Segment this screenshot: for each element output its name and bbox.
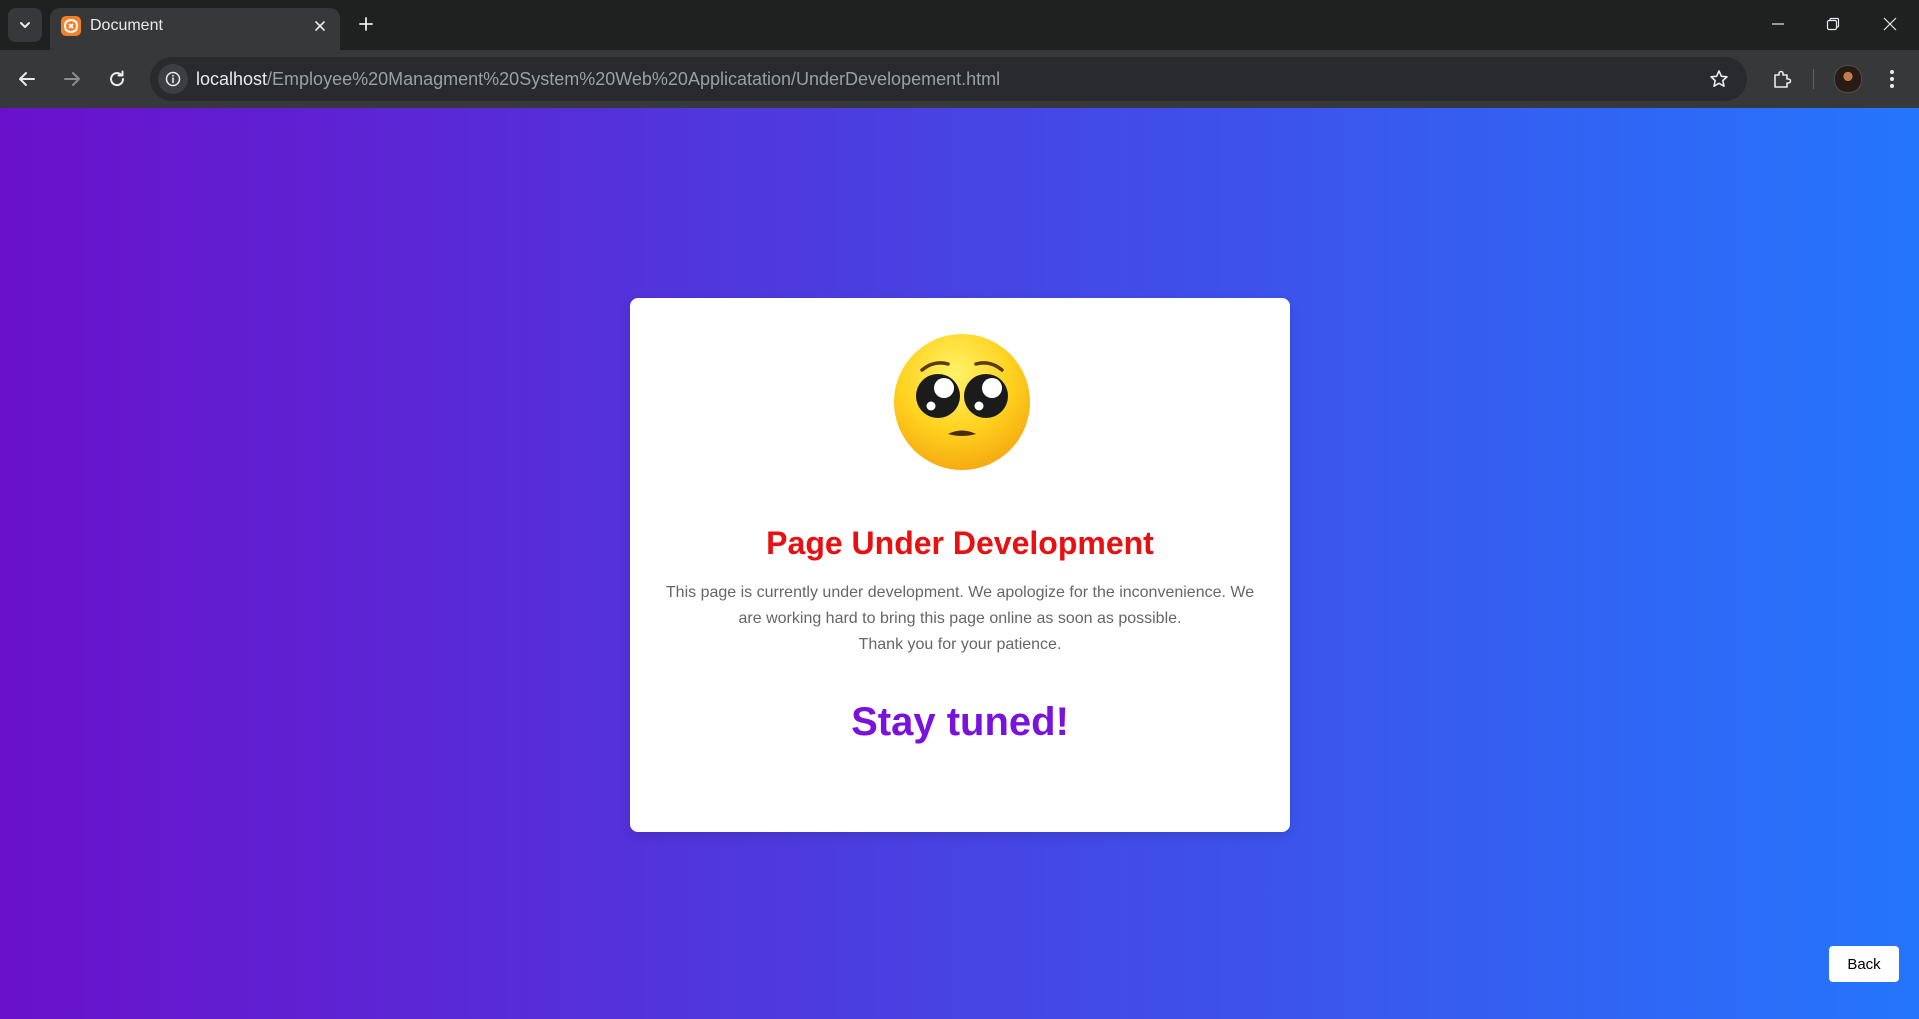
url-text[interactable]: localhost/Employee%20Managment%20System%… [196,69,1000,89]
reload-icon [110,70,125,87]
restore-icon [1826,17,1840,31]
minimize-button[interactable] [1758,6,1798,42]
star-icon [1710,70,1728,87]
stay-tuned-tagline: Stay tuned! [851,700,1069,744]
more-vertical-icon [1890,70,1894,88]
url-host: localhost [196,69,268,89]
new-tab-button[interactable] [352,10,380,38]
back-button[interactable]: Back [1829,946,1899,982]
forward-nav-button[interactable] [56,63,88,95]
tab-search-button[interactable] [8,8,42,42]
thank-you-text: Thank you for your patience. [858,636,1062,653]
address-bar[interactable]: localhost/Employee%20Managment%20System%… [150,57,1747,101]
plus-icon [359,17,373,31]
close-icon [315,21,325,31]
back-nav-button[interactable] [11,63,43,95]
xampp-favicon-icon [61,16,81,36]
info-icon [165,71,181,87]
pleading-face-icon [894,334,1030,470]
close-window-button[interactable] [1870,6,1910,42]
minimize-icon [1772,23,1784,25]
chevron-down-icon [20,22,30,28]
reload-button[interactable] [101,63,133,95]
development-message: This page is currently under development… [662,580,1258,658]
browser-toolbar: localhost/Employee%20Managment%20System%… [0,50,1919,108]
browser-tabstrip: Document [0,0,1919,50]
tab-close-button[interactable] [310,16,330,36]
puzzle-icon [1774,70,1792,88]
browser-tab[interactable]: Document [50,8,340,50]
browser-menu-button[interactable] [1878,63,1906,95]
bookmark-button[interactable] [1705,65,1733,93]
restore-button[interactable] [1813,6,1853,42]
page-heading: Page Under Development [766,525,1154,561]
toolbar-separator [1813,69,1814,89]
url-path: /Employee%20Managment%20System%20Web%20A… [267,69,1001,89]
page-viewport: Page Under Development This page is curr… [0,108,1919,1019]
arrow-right-icon [64,72,80,86]
tab-title: Document [90,17,163,34]
under-development-card: Page Under Development This page is curr… [630,298,1290,832]
message-text: This page is currently under development… [665,584,1255,627]
site-info-button[interactable] [158,64,188,94]
close-icon [1883,17,1897,31]
profile-avatar[interactable] [1834,65,1862,93]
arrow-left-icon [19,72,35,86]
extensions-button[interactable] [1766,63,1798,95]
